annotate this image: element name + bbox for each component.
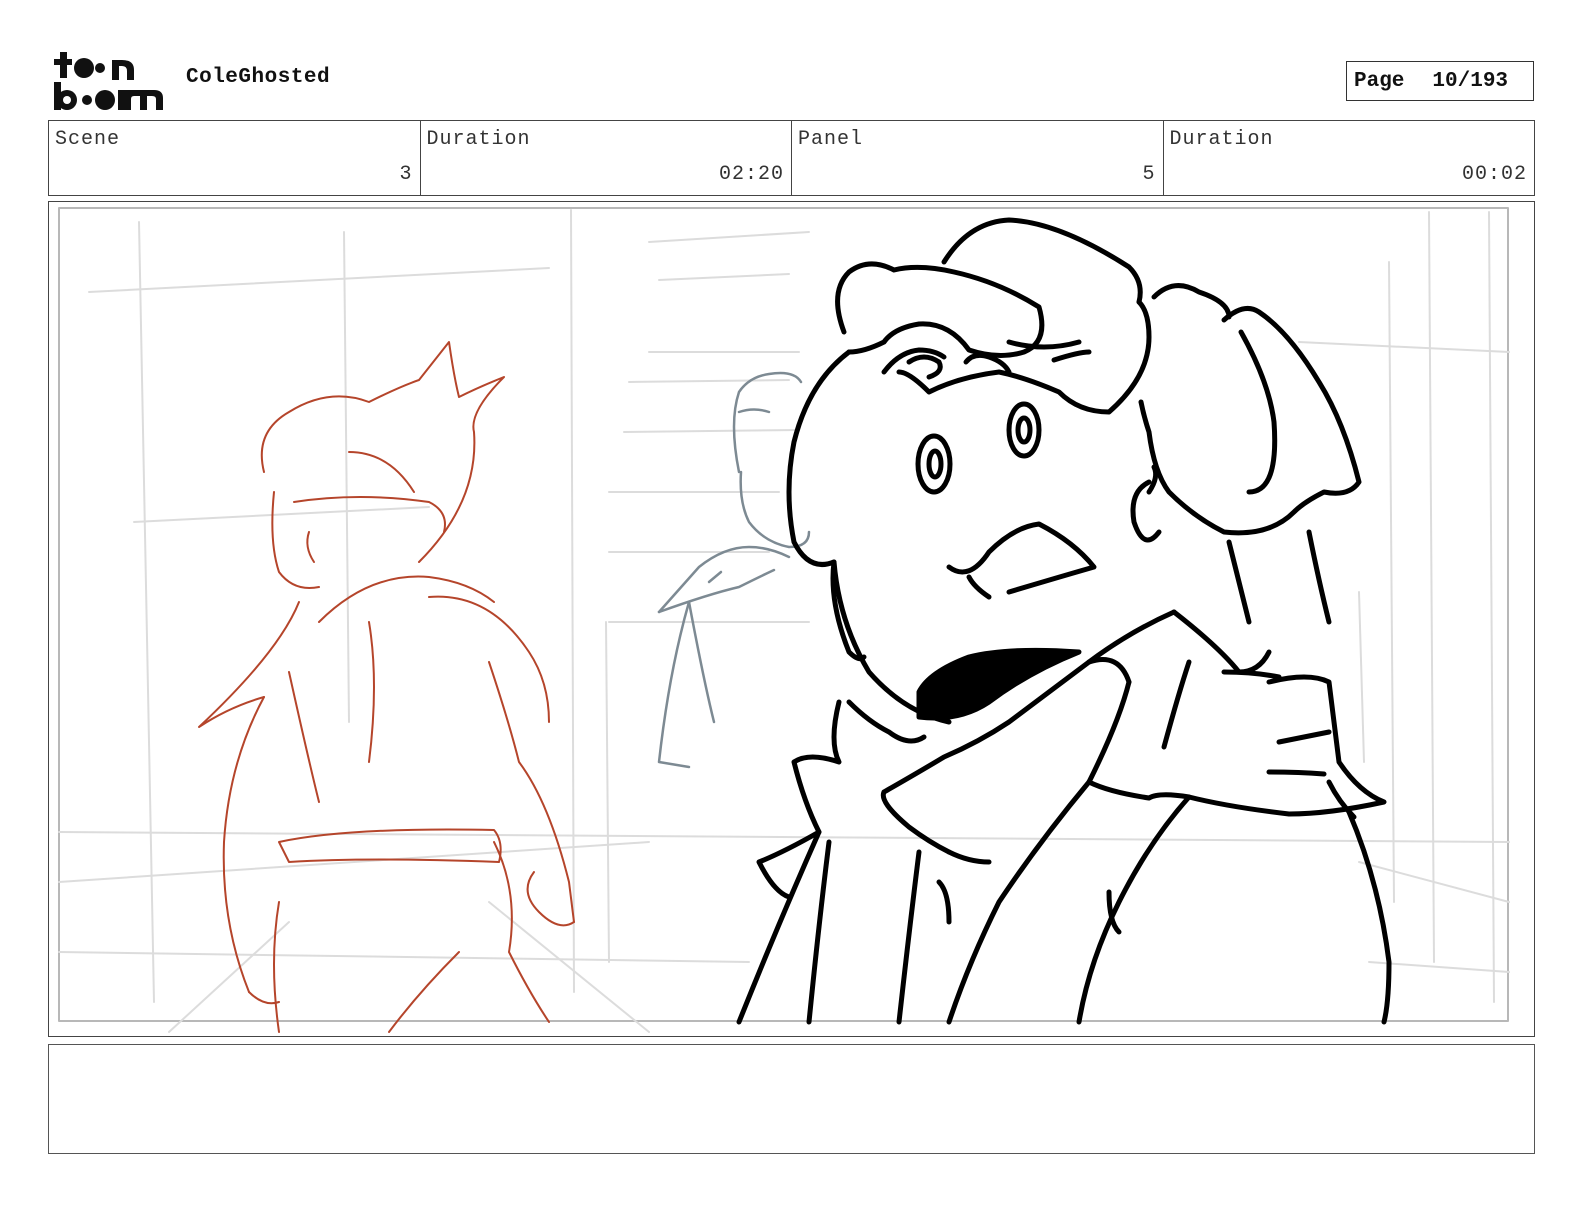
storyboard-drawing (58, 207, 1510, 1033)
scene-cell: Scene 3 (49, 121, 421, 195)
panel-duration-cell: Duration 00:02 (1164, 121, 1535, 195)
panel-label: Panel (798, 128, 864, 151)
page-indicator: Page 10/193 (1346, 61, 1534, 101)
scene-value: 3 (399, 163, 413, 186)
panel-value: 5 (1142, 163, 1156, 186)
scene-duration-value: 02:20 (718, 163, 784, 186)
scene-label: Scene (55, 128, 121, 151)
panel-cell: Panel 5 (792, 121, 1164, 195)
page-number: 10/193 (1432, 69, 1509, 93)
panel-duration-label: Duration (1169, 128, 1274, 151)
toon-boom-logo (54, 52, 163, 110)
scene-duration-label: Duration (426, 128, 531, 151)
ink-main-character (736, 217, 1392, 1025)
panel-info-row: Scene 3 Duration 02:20 Panel 5 Duration … (48, 120, 1535, 196)
page-label: Page (1354, 69, 1405, 93)
storyboard-panel (48, 201, 1535, 1037)
scene-duration-cell: Duration 02:20 (421, 121, 792, 195)
project-title: ColeGhosted (186, 66, 331, 89)
panel-duration-value: 00:02 (1461, 163, 1527, 186)
red-sketch-character (198, 341, 575, 1033)
safe-frame (58, 207, 1509, 1022)
dialogue-notes-box[interactable] (48, 1044, 1535, 1154)
